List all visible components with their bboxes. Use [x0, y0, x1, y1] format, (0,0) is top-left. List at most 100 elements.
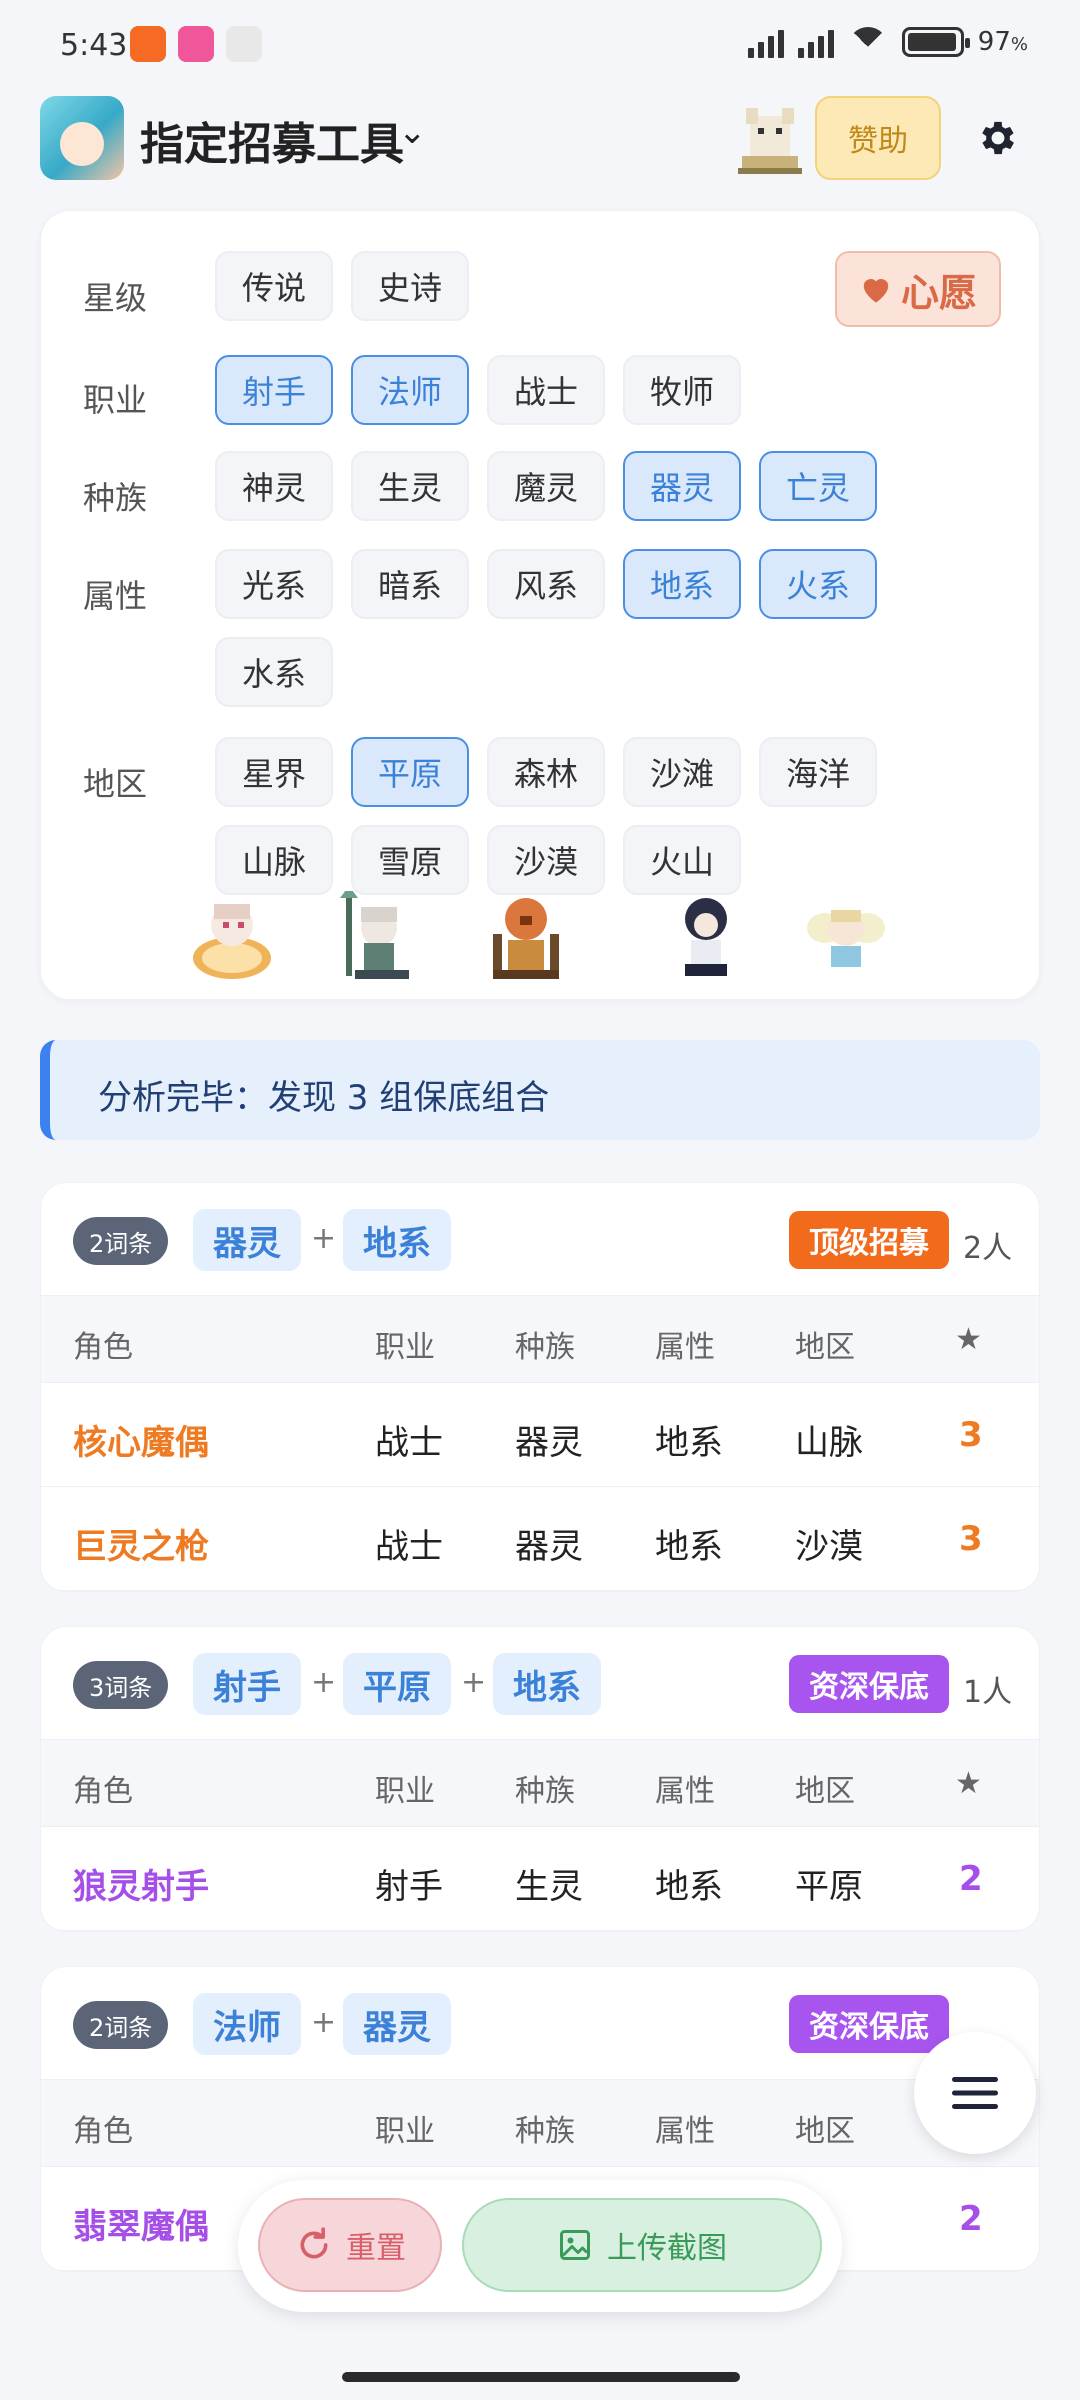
column-header: 地区	[795, 1774, 855, 1809]
column-header: 地区	[795, 2114, 855, 2149]
column-header: ★	[955, 1322, 982, 1357]
cell-class: 战士	[375, 1527, 443, 1567]
cell-name: 狼灵射手	[73, 1867, 209, 1907]
result-card: 2词条 器灵 + 地系 顶级招募 2人 角色 职业 种族 属性 地区 ★ 核心魔偶 战士 器灵 地系 山脉 3 巨灵…	[40, 1182, 1040, 1592]
table-header: 角色 职业 种族 属性 地区 ★	[41, 1739, 1039, 1827]
filter-chip[interactable]: 平原	[351, 737, 469, 807]
result-card-header: 3词条 射手 + 平原 + 地系 资深保底 1人	[41, 1627, 1039, 1739]
filter-chip[interactable]: 沙滩	[623, 737, 741, 807]
filter-chip[interactable]: 海洋	[759, 737, 877, 807]
character-sprite-shell	[193, 904, 271, 979]
filter-chip[interactable]: 光系	[215, 549, 333, 619]
term-count-pill: 3词条	[73, 1661, 169, 1709]
filter-row-label: 星级	[83, 279, 148, 317]
filter-chip[interactable]: 暗系	[351, 549, 469, 619]
status-time: 5:43	[60, 28, 128, 63]
video-app-notification-icon	[130, 26, 166, 62]
combo-tag: 地系	[493, 1653, 601, 1715]
filter-chip[interactable]: 牧师	[623, 355, 741, 425]
app-avatar[interactable]	[40, 96, 124, 180]
filter-chip[interactable]: 风系	[487, 549, 605, 619]
filter-chip[interactable]: 神灵	[215, 451, 333, 521]
banner-text: 分析完毕：发现 3 组保底组合	[98, 1078, 550, 1118]
combo-tag: 射手	[193, 1653, 301, 1715]
battery-icon	[901, 27, 970, 57]
refresh-icon	[300, 2227, 328, 2259]
cell-signal-2-icon	[797, 26, 834, 58]
character-sprite-golem	[493, 898, 559, 979]
people-count: 2人	[963, 1231, 1013, 1266]
filter-chip[interactable]: 射手	[215, 355, 333, 425]
combo-tag: 器灵	[343, 1993, 451, 2055]
filter-chip[interactable]: 沙漠	[487, 825, 605, 895]
app-title[interactable]: 指定招募工具	[140, 108, 404, 172]
character-sprite-dark	[685, 898, 727, 976]
column-header: 种族	[515, 1330, 575, 1365]
filter-chip[interactable]: 战士	[487, 355, 605, 425]
filter-card: 星级 传说 史诗 职业 射手 法师 战士 牧师 种族 神灵 生灵 魔灵 器灵 亡灵 属性 光系 暗系 风系 地系 火系…	[40, 210, 1040, 1000]
filter-chip[interactable]: 山脉	[215, 825, 333, 895]
filter-row-label: 种族	[83, 479, 148, 517]
cell-region: 山脉	[795, 1423, 863, 1463]
sponsor-button[interactable]: 赞助	[815, 96, 941, 180]
action-bar: 重置 上传截图	[238, 2180, 842, 2312]
recruit-level-badge: 顶级招募	[789, 1211, 949, 1269]
filter-chip[interactable]: 史诗	[351, 251, 469, 321]
table-row[interactable]: 核心魔偶 战士 器灵 地系 山脉 3	[41, 1383, 1039, 1487]
cell-race: 生灵	[515, 1867, 583, 1907]
upload-label: 上传截图	[607, 2231, 727, 2266]
upload-screenshot-button[interactable]: 上传截图	[462, 2198, 822, 2292]
cell-element: 地系	[655, 1867, 723, 1907]
filter-chip[interactable]: 雪原	[351, 825, 469, 895]
image-icon	[560, 2230, 590, 2260]
reset-button[interactable]: 重置	[258, 2198, 442, 2292]
cell-stars: 2	[959, 2199, 983, 2239]
column-header: 属性	[655, 2114, 715, 2149]
filter-chip[interactable]: 森林	[487, 737, 605, 807]
cell-name: 核心魔偶	[73, 1423, 209, 1463]
filter-chip[interactable]: 传说	[215, 251, 333, 321]
combo-tag: 平原	[343, 1653, 451, 1715]
filter-chip[interactable]: 火山	[623, 825, 741, 895]
analysis-banner: 分析完毕：发现 3 组保底组合	[40, 1040, 1040, 1140]
wish-button[interactable]: 心愿	[835, 251, 1001, 327]
plus-separator: +	[311, 2005, 337, 2040]
cell-region: 沙漠	[795, 1527, 863, 1567]
column-header: 地区	[795, 1330, 855, 1365]
cell-stars: 3	[959, 1519, 983, 1559]
bilibili-notification-icon	[178, 26, 214, 62]
filter-chip[interactable]: 魔灵	[487, 451, 605, 521]
column-header: 角色	[73, 2114, 133, 2149]
table-row[interactable]: 巨灵之枪 战士 器灵 地系 沙漠 3	[41, 1487, 1039, 1591]
hamburger-icon	[952, 2077, 998, 2109]
plus-separator: +	[311, 1221, 337, 1256]
filter-chip[interactable]: 生灵	[351, 451, 469, 521]
result-card-header: 2词条 器灵 + 地系 顶级招募 2人	[41, 1183, 1039, 1295]
column-header: ★	[955, 1766, 982, 1801]
combo-tag: 法师	[193, 1993, 301, 2055]
recruit-level-badge: 资深保底	[789, 1995, 949, 2053]
table-row[interactable]: 狼灵射手 射手 生灵 地系 平原 2	[41, 1827, 1039, 1931]
filter-chip[interactable]: 火系	[759, 549, 877, 619]
plus-separator: +	[461, 1665, 487, 1700]
result-card: 3词条 射手 + 平原 + 地系 资深保底 1人 角色 职业 种族 属性 地区 ★ 狼灵射手 射手 生灵 地系 平原…	[40, 1626, 1040, 1932]
filter-chip[interactable]: 法师	[351, 355, 469, 425]
cell-stars: 3	[959, 1415, 983, 1455]
filter-chip[interactable]: 亡灵	[759, 451, 877, 521]
column-header: 职业	[375, 1330, 435, 1365]
menu-button[interactable]	[914, 2032, 1036, 2154]
character-sprite-spear	[340, 891, 409, 979]
home-indicator[interactable]	[342, 2372, 740, 2382]
filter-chip[interactable]: 水系	[215, 637, 333, 707]
mascot-sprite	[738, 108, 802, 174]
filter-chip[interactable]: 器灵	[623, 451, 741, 521]
plus-separator: +	[311, 1665, 337, 1700]
combo-tag: 器灵	[193, 1209, 301, 1271]
filter-chip[interactable]: 地系	[623, 549, 741, 619]
character-sprite-fairy	[807, 910, 885, 967]
app-notification-icon	[226, 26, 262, 62]
recruit-level-badge: 资深保底	[789, 1655, 949, 1713]
gear-icon[interactable]	[976, 116, 1020, 160]
filter-chip[interactable]: 星界	[215, 737, 333, 807]
chevron-down-icon[interactable]: ⌄	[398, 112, 427, 152]
